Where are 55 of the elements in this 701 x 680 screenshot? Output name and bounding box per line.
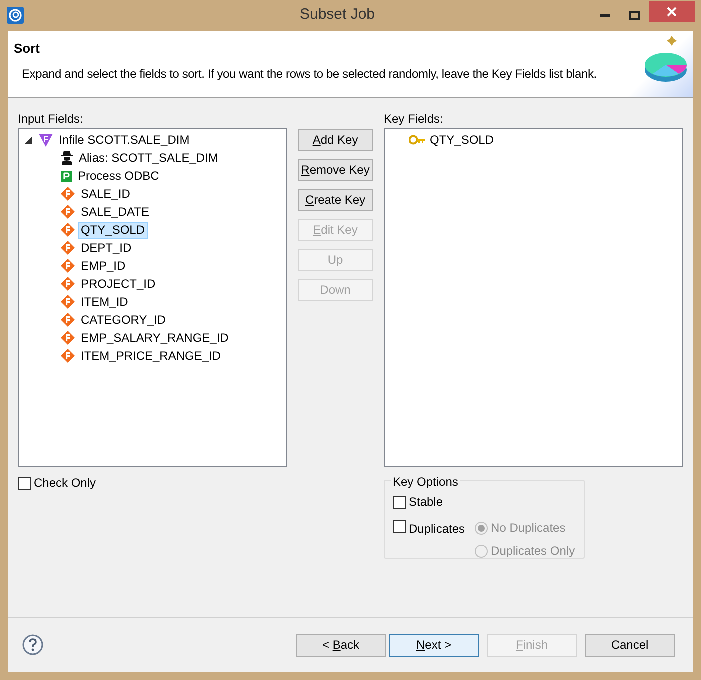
tree-item[interactable]: EMP_ID xyxy=(78,258,129,274)
person-icon xyxy=(61,151,73,165)
field-icon xyxy=(61,187,75,201)
stable-label: Stable xyxy=(409,494,444,511)
tree-item[interactable]: EMP_SALARY_RANGE_ID xyxy=(78,330,232,346)
key-icon xyxy=(409,135,426,145)
field-icon xyxy=(61,277,75,291)
tree-item[interactable]: PROJECT_ID xyxy=(78,276,159,292)
tree-item[interactable]: Infile SCOTT.SALE_DIM xyxy=(56,132,193,148)
field-icon xyxy=(61,313,75,327)
tree-item[interactable]: QTY_SOLD xyxy=(78,222,148,238)
minimize-icon xyxy=(600,14,610,17)
field-icon xyxy=(61,223,75,237)
p-square-icon xyxy=(61,170,72,182)
window-title: Subset Job xyxy=(300,5,376,26)
key-fields-label: Key Fields: xyxy=(384,111,444,126)
app-logo-icon xyxy=(7,7,24,24)
funnel-icon xyxy=(39,134,53,146)
key-action-button[interactable]: Remove Key xyxy=(298,159,373,181)
checkbox[interactable] xyxy=(18,476,31,490)
radio-label: Duplicates Only xyxy=(491,543,576,560)
wizard-button[interactable]: Cancel xyxy=(585,634,675,656)
checkbox[interactable] xyxy=(393,496,406,508)
sparkle-icon xyxy=(667,36,677,46)
wizard-button[interactable]: Next > xyxy=(389,634,479,656)
check-only-label: Check Only xyxy=(34,475,96,492)
wizard-button[interactable]: < Back xyxy=(296,634,386,656)
tree-item[interactable]: Process ODBC xyxy=(75,168,162,184)
page-title: Sort xyxy=(14,40,41,58)
field-icon xyxy=(61,295,75,309)
field-icon xyxy=(61,241,75,255)
field-icon xyxy=(61,331,75,345)
tree-item[interactable]: CATEGORY_ID xyxy=(78,312,169,328)
maximize-icon xyxy=(628,11,640,20)
key-action-button[interactable]: Add Key xyxy=(298,129,373,151)
help-icon[interactable] xyxy=(22,634,44,656)
duplicates-label: Duplicates xyxy=(409,521,466,538)
expanded-arrow-icon[interactable] xyxy=(25,136,32,144)
tree-item[interactable]: SALE_ID xyxy=(78,186,134,202)
page-description: Expand and select the fields to sort. If you want the rows to be selected randomly, leave the Key Fields list blank. xyxy=(22,66,598,82)
tree-item[interactable]: Alias: SCOTT_SALE_DIM xyxy=(76,150,222,166)
close-button[interactable] xyxy=(649,1,695,22)
tree-item[interactable]: DEPT_ID xyxy=(78,240,135,256)
field-icon xyxy=(61,259,75,273)
field-icon xyxy=(61,205,75,219)
input-fields-label: Input Fields: xyxy=(18,111,84,126)
key-field-item[interactable]: QTY_SOLD xyxy=(430,131,494,149)
radio-label: No Duplicates xyxy=(491,520,566,537)
tree-item[interactable]: SALE_DATE xyxy=(78,204,152,220)
tree-item[interactable]: ITEM_ID xyxy=(78,294,132,310)
checkbox[interactable] xyxy=(393,520,406,533)
field-icon xyxy=(61,349,75,363)
key-action-button[interactable]: Create Key xyxy=(298,189,373,211)
tree-item[interactable]: ITEM_PRICE_RANGE_ID xyxy=(78,348,224,364)
close-icon xyxy=(667,6,677,16)
